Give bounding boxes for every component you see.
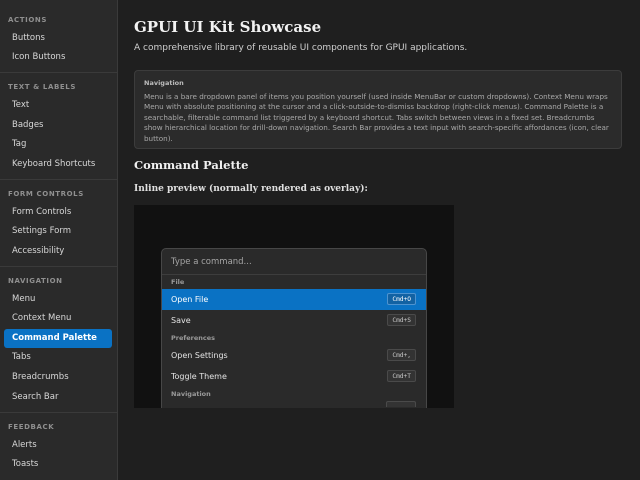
info-text: Menu is a bare dropdown panel of items y… xyxy=(144,92,609,143)
sidebar-item-command-palette[interactable]: Command Palette xyxy=(4,329,112,348)
sidebar-divider xyxy=(0,266,117,267)
section-heading: Command Palette xyxy=(134,158,249,172)
sidebar-item-buttons[interactable]: Buttons xyxy=(4,29,112,48)
sidebar-item-search-bar[interactable]: Search Bar xyxy=(4,388,112,407)
group-label-preferences: Preferences xyxy=(171,334,215,342)
command-row-partial[interactable] xyxy=(162,401,426,408)
page-title: GPUI UI Kit Showcase xyxy=(134,18,322,36)
command-open-file[interactable]: Open File Cmd+O xyxy=(162,289,426,310)
sidebar-item-icon-buttons[interactable]: Icon Buttons xyxy=(4,48,112,67)
section-title-navigation: NAVIGATION xyxy=(8,277,63,285)
sidebar-item-settings-form[interactable]: Settings Form xyxy=(4,222,112,241)
preview-label: Inline preview (normally rendered as ove… xyxy=(134,184,368,194)
command-search-input[interactable]: Type a command... xyxy=(162,249,426,275)
command-open-settings[interactable]: Open Settings Cmd+, xyxy=(162,345,426,366)
sidebar-item-form-controls[interactable]: Form Controls xyxy=(4,203,112,222)
sidebar-item-alerts[interactable]: Alerts xyxy=(4,436,112,455)
sidebar-item-toasts[interactable]: Toasts xyxy=(4,455,112,474)
shortcut-badge-partial xyxy=(386,401,416,407)
shortcut-badge: Cmd+, xyxy=(387,349,416,361)
command-save[interactable]: Save Cmd+S xyxy=(162,310,426,331)
sidebar-divider xyxy=(0,179,117,180)
command-label: Toggle Theme xyxy=(171,372,227,381)
info-box: Navigation Menu is a bare dropdown panel… xyxy=(134,70,622,149)
command-palette: Type a command... File Open File Cmd+O S… xyxy=(161,248,427,408)
page-subtitle: A comprehensive library of reusable UI c… xyxy=(134,43,468,53)
shortcut-badge: Cmd+T xyxy=(387,370,416,382)
group-label-navigation: Navigation xyxy=(171,390,211,398)
sidebar-item-accessibility[interactable]: Accessibility xyxy=(4,242,112,261)
main-content: GPUI UI Kit Showcase A comprehensive lib… xyxy=(118,0,640,480)
shortcut-badge: Cmd+O xyxy=(387,293,416,305)
sidebar-item-tabs[interactable]: Tabs xyxy=(4,348,112,367)
command-label: Save xyxy=(171,316,191,325)
section-title-feedback: FEEDBACK xyxy=(8,423,55,431)
preview-area: Type a command... File Open File Cmd+O S… xyxy=(134,205,454,408)
sidebar-item-breadcrumbs[interactable]: Breadcrumbs xyxy=(4,368,112,387)
command-toggle-theme[interactable]: Toggle Theme Cmd+T xyxy=(162,366,426,387)
info-title: Navigation xyxy=(144,79,184,87)
sidebar: ACTIONS Buttons Icon Buttons TEXT & LABE… xyxy=(0,0,118,480)
shortcut-badge: Cmd+S xyxy=(387,314,416,326)
sidebar-divider xyxy=(0,72,117,73)
section-title-text-labels: TEXT & LABELS xyxy=(8,83,77,91)
command-label: Open Settings xyxy=(171,351,228,360)
sidebar-item-keyboard-shortcuts[interactable]: Keyboard Shortcuts xyxy=(4,155,112,174)
section-title-form-controls: FORM CONTROLS xyxy=(8,190,84,198)
sidebar-item-badges[interactable]: Badges xyxy=(4,116,112,135)
sidebar-item-context-menu[interactable]: Context Menu xyxy=(4,309,112,328)
sidebar-item-text[interactable]: Text xyxy=(4,96,112,115)
command-label: Open File xyxy=(171,295,209,304)
sidebar-item-tag[interactable]: Tag xyxy=(4,135,112,154)
sidebar-divider xyxy=(0,412,117,413)
sidebar-item-menu[interactable]: Menu xyxy=(4,290,112,309)
section-title-actions: ACTIONS xyxy=(8,16,47,24)
group-label-file: File xyxy=(171,278,185,286)
